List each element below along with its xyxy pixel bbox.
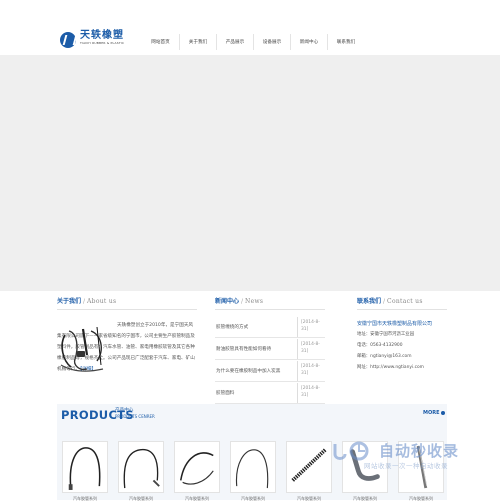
product-caption[interactable]: 汽车胶管系列	[62, 495, 108, 503]
products-more-link[interactable]: MORE	[423, 410, 445, 416]
title-separator: /	[383, 298, 386, 305]
logo-name-cn: 天轶橡塑	[80, 30, 124, 41]
news-title-en: News	[245, 298, 264, 305]
news-item-title[interactable]: 为什么要在橡胶制品中加入炭黑	[215, 368, 280, 374]
news-item-date: [2014-8- 31]	[297, 383, 323, 403]
hose-loop-icon[interactable]	[62, 441, 108, 493]
nav-contact[interactable]: 联系我们	[327, 34, 364, 50]
product-card[interactable]: 汽车胶管系列	[62, 441, 108, 504]
nav-home[interactable]: 网站首页	[142, 34, 179, 50]
contact-title-cn: 联系我们	[357, 298, 382, 305]
news-item-title[interactable]: 胶管缠绕的方式	[215, 324, 248, 330]
product-caption[interactable]: 汽车胶管系列	[230, 495, 276, 503]
watermark-logo-icon	[333, 441, 369, 461]
product-caption[interactable]: 汽车胶管系列	[342, 495, 388, 503]
company-name: 安徽宁国市天轶橡塑制品有限公司	[357, 321, 433, 327]
nav-equipment[interactable]: 设备展示	[253, 34, 290, 50]
watermark-subtext: 网站收录一次一种自动收录	[364, 462, 448, 470]
news-item[interactable]: 胶管缠绕的方式 [2014-8- 31]	[215, 316, 325, 338]
watermark-overlay: 自动秒收录 网站收录一次一种自动收录	[331, 440, 491, 476]
contact-section: 联系我们 / Contact us 安徽宁国市天轶橡塑制品有限公司 地址：安徽宁国市…	[357, 297, 447, 405]
news-title-cn: 新闻中心	[215, 298, 240, 305]
logo-name-en: TIANYI RUBBER & PLASTIC	[80, 41, 125, 45]
nav-about[interactable]: 关于我们	[179, 34, 216, 50]
news-divider	[215, 309, 325, 310]
news-item-title[interactable]: 耐油胶管具有性能如何看待	[215, 346, 271, 352]
products-header: PRODUCTS 产品中心 PRODUCTS CENRER MORE	[57, 404, 447, 426]
product-card[interactable]: 汽车胶管系列	[174, 441, 220, 504]
main-nav: 网站首页 关于我们 产品展示 设备展示 新闻中心 联系我们	[142, 34, 364, 50]
news-item[interactable]: 为什么要在橡胶制品中加入炭黑 [2014-8- 31]	[215, 360, 325, 382]
hose-arc-icon[interactable]	[230, 441, 276, 493]
news-item-date: [2014-8- 31]	[297, 361, 323, 381]
about-divider	[57, 309, 197, 310]
news-item-date: [2014-8- 31]	[297, 317, 323, 337]
product-card[interactable]: 汽车胶管系列	[286, 441, 332, 504]
news-item[interactable]: 胶管面料 [2014-8- 31]	[215, 382, 325, 404]
about-section: 关于我们 / About us 天轶橡塑创立于2010年，是宁国天风集有限公司旗下—…	[57, 297, 197, 405]
news-item-title[interactable]: 胶管面料	[215, 390, 234, 396]
site-header: 天轶橡塑 TIANYI RUBBER & PLASTIC 网站首页 关于我们 产…	[0, 0, 500, 55]
contact-website[interactable]: 网址：http://www.ngtianyi.com	[357, 362, 447, 373]
title-separator: /	[241, 298, 244, 305]
hose-bend-icon[interactable]	[118, 441, 164, 493]
contact-heading: 联系我们 / Contact us	[357, 297, 447, 307]
nav-products[interactable]: 产品展示	[216, 34, 253, 50]
products-subtitle-en: PRODUCTS CENRER	[115, 413, 155, 419]
product-caption[interactable]: 汽车胶管系列	[174, 495, 220, 503]
product-caption[interactable]: 汽车胶管系列	[118, 495, 164, 503]
site-logo[interactable]: 天轶橡塑 TIANYI RUBBER & PLASTIC	[60, 30, 124, 52]
about-title-cn: 关于我们	[57, 298, 82, 305]
about-heading: 关于我们 / About us	[57, 297, 197, 307]
contact-email[interactable]: 邮箱：ngtianyi@163.com	[357, 351, 447, 362]
product-card[interactable]: 汽车胶管系列	[118, 441, 164, 504]
hose-curve-icon[interactable]	[174, 441, 220, 493]
hose-assortment-image	[60, 326, 104, 372]
title-separator: /	[83, 298, 86, 305]
logo-mark-icon	[60, 32, 76, 48]
news-list: 胶管缠绕的方式 [2014-8- 31] 耐油胶管具有性能如何看待 [2014-…	[215, 316, 325, 404]
news-item[interactable]: 耐油胶管具有性能如何看待 [2014-8- 31]	[215, 338, 325, 360]
news-item-date: [2014-8- 31]	[297, 339, 323, 359]
nav-news[interactable]: 新闻中心	[290, 34, 327, 50]
contact-phone: 电话：0563-4132900	[357, 343, 403, 348]
contact-address: 地址：安徽宁国市河沥工业园	[357, 332, 415, 337]
contact-title-en: Contact us	[387, 298, 423, 305]
hero-banner	[0, 55, 500, 291]
news-heading: 新闻中心 / News	[215, 297, 325, 307]
watermark-text: 自动秒收录	[379, 442, 460, 460]
news-section: 新闻中心 / News 胶管缠绕的方式 [2014-8- 31] 耐油胶管具有性能如…	[215, 297, 325, 405]
product-caption[interactable]: 汽车胶管系列	[398, 495, 444, 503]
product-card[interactable]: 汽车胶管系列	[230, 441, 276, 504]
about-title-en: About us	[87, 298, 117, 305]
product-caption[interactable]: 汽车胶管系列	[286, 495, 332, 503]
corrugated-tube-icon[interactable]	[286, 441, 332, 493]
contact-divider	[357, 309, 447, 310]
